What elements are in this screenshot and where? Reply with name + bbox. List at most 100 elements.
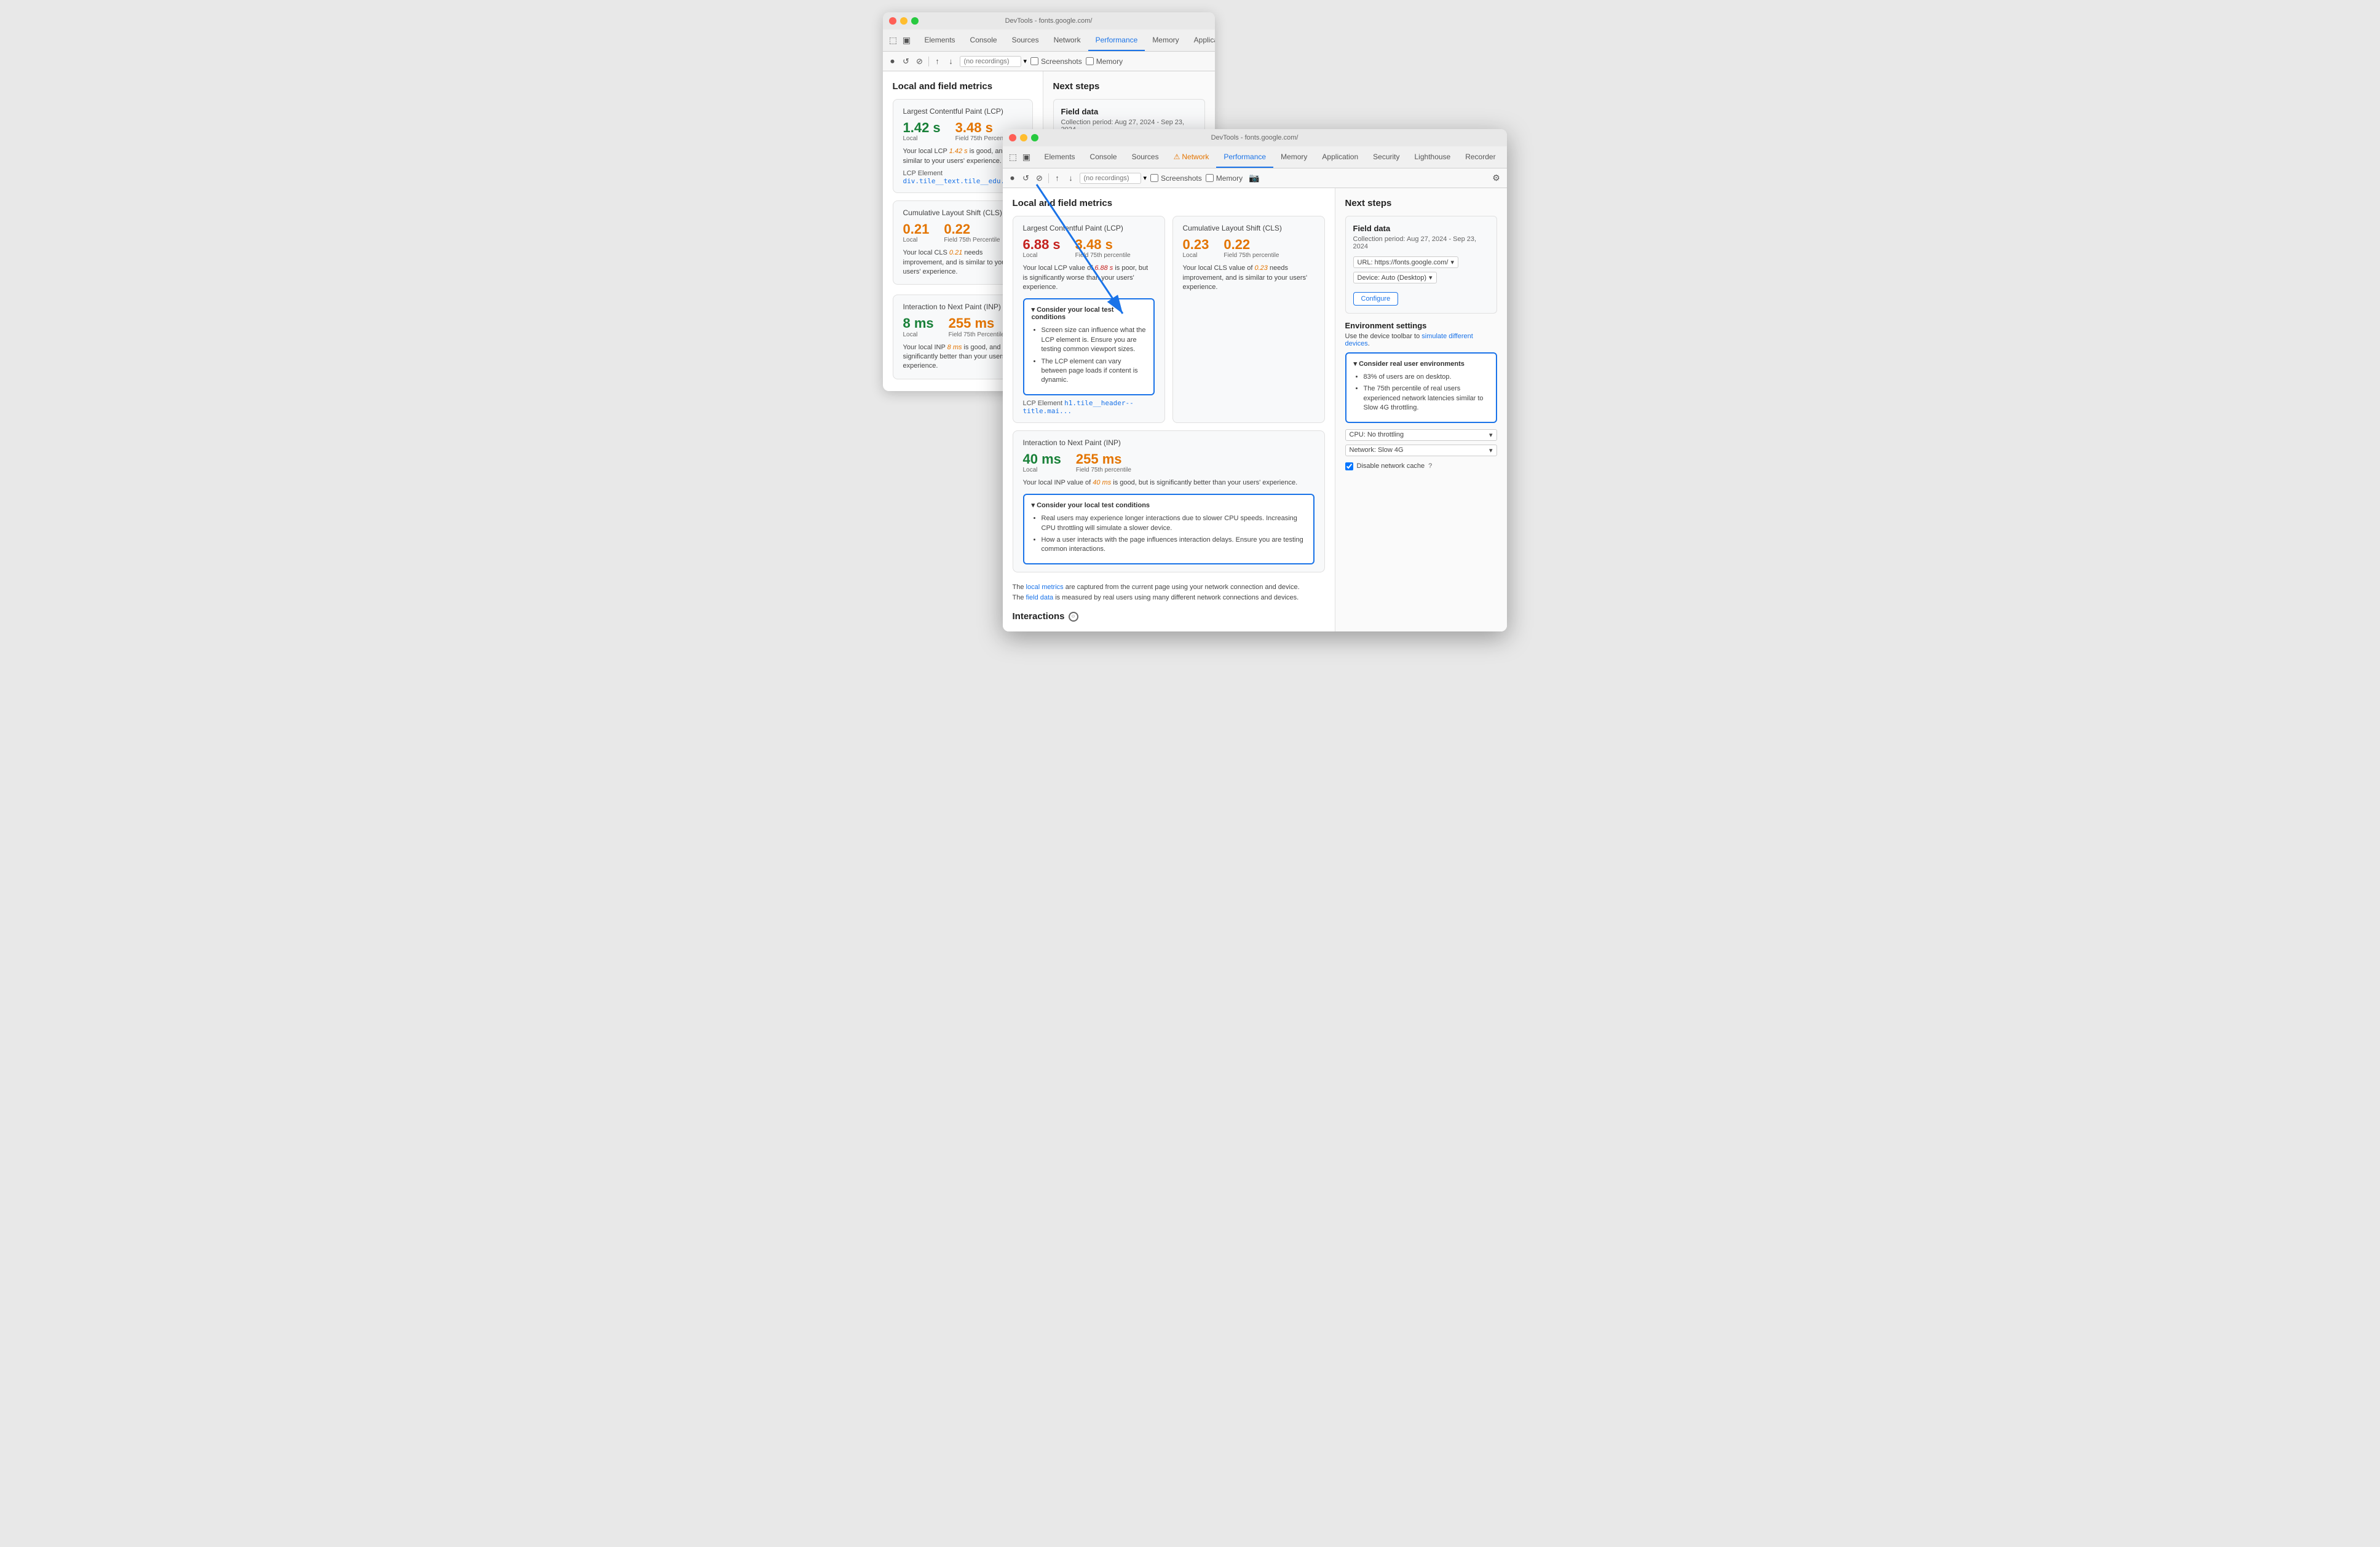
devtools-toolbar-front: ⬚ ▣ Elements Console Sources ⚠ Network P…	[1003, 146, 1507, 168]
lcp-local-group-back: 1.42 s Local	[903, 121, 941, 142]
url-select-box-front[interactable]: URL: https://fonts.google.com/ ▾	[1353, 256, 1459, 268]
tab-console-front[interactable]: Console	[1083, 146, 1125, 168]
cls-field-label-back: Field 75th Percentile	[944, 237, 1000, 243]
lcp-field-value-front: 3.48 s	[1075, 237, 1131, 252]
lcp-local-value-back: 1.42 s	[903, 121, 941, 135]
settings-icon-recording-front[interactable]: ⚙	[1491, 173, 1502, 184]
inp-field-value-front: 255 ms	[1076, 452, 1131, 467]
close-button[interactable]	[889, 17, 896, 25]
minimize-button[interactable]	[900, 17, 907, 25]
lcp-description-front: Your local LCP value of 6.88 s is poor, …	[1023, 264, 1155, 292]
interactions-section-front: Interactions ○	[1013, 611, 1325, 622]
cache-help-icon[interactable]: ?	[1428, 462, 1432, 470]
inspect-icon[interactable]: ⬚	[888, 35, 899, 46]
inspect-icon-front[interactable]: ⬚	[1008, 152, 1019, 163]
field-data-title-front: Field data	[1353, 224, 1489, 233]
inp-expand-title-front[interactable]: ▾ Consider your local test conditions	[1032, 501, 1306, 509]
network-select-box[interactable]: Network: Slow 4G ▾	[1345, 445, 1497, 456]
reload-icon-front[interactable]: ↺	[1021, 173, 1031, 183]
camera-icon-front[interactable]: 📷	[1249, 173, 1259, 183]
separator-front	[1048, 173, 1049, 183]
screenshots-checkbox-back[interactable]	[1030, 57, 1038, 65]
record-icon-front[interactable]: ⏺	[1008, 173, 1018, 183]
url-select-front: URL: https://fonts.google.com/ ▾	[1353, 256, 1489, 268]
lcp-local-value-front: 6.88 s	[1023, 237, 1061, 252]
consider-real-users-list: 83% of users are on desktop. The 75th pe…	[1354, 373, 1488, 413]
lcp-local-label-back: Local	[903, 135, 941, 142]
inp-card-front: Interaction to Next Paint (INP) 40 ms Lo…	[1013, 430, 1325, 572]
tab-elements-back[interactable]: Elements	[917, 30, 963, 51]
device-icon[interactable]: ▣	[901, 35, 912, 46]
cls-card-front: Cumulative Layout Shift (CLS) 0.23 Local…	[1172, 216, 1325, 423]
tab-network-front[interactable]: ⚠ Network	[1166, 146, 1217, 168]
upload-icon-back[interactable]: ↑	[933, 57, 943, 66]
tab-lighthouse-front[interactable]: Lighthouse	[1407, 146, 1458, 168]
cls-description-front: Your local CLS value of 0.23 needs impro…	[1183, 264, 1315, 292]
clear-icon-front[interactable]: ⊘	[1035, 173, 1045, 183]
inp-description-front: Your local INP value of 40 ms is good, b…	[1023, 478, 1315, 488]
env-settings-desc: Use the device toolbar to simulate diffe…	[1345, 333, 1497, 347]
tab-console-back[interactable]: Console	[963, 30, 1005, 51]
cpu-select-box[interactable]: CPU: No throttling ▾	[1345, 429, 1497, 441]
screenshots-checkbox-front[interactable]	[1150, 174, 1158, 182]
lcp-local-group-front: 6.88 s Local	[1023, 237, 1061, 259]
interactions-info-icon[interactable]: ○	[1069, 612, 1078, 622]
recording-toolbar-back: ⏺ ↺ ⊘ ↑ ↓ ▾ Screenshots Memory	[883, 52, 1215, 71]
tab-sources-back[interactable]: Sources	[1005, 30, 1046, 51]
download-icon-back[interactable]: ↓	[946, 57, 956, 66]
tab-performance-back[interactable]: Performance	[1088, 30, 1145, 51]
tab-security-front[interactable]: Security	[1366, 146, 1407, 168]
tab-sources-front[interactable]: Sources	[1125, 146, 1166, 168]
section-title-back: Local and field metrics	[893, 81, 1033, 92]
inp-local-label-front: Local	[1023, 467, 1061, 473]
minimize-button-front[interactable]	[1020, 134, 1027, 141]
inp-field-label-front: Field 75th percentile	[1076, 467, 1131, 473]
tab-application-front[interactable]: Application	[1315, 146, 1366, 168]
recordings-dropdown-front[interactable]: ▾	[1144, 174, 1147, 182]
lcp-field-group-front: 3.48 s Field 75th percentile	[1075, 237, 1131, 259]
record-icon-back[interactable]: ⏺	[888, 57, 898, 66]
memory-checkbox-front[interactable]	[1206, 174, 1214, 182]
tab-more-front[interactable]: >>	[1503, 146, 1507, 168]
cls-field-value-front: 0.22	[1224, 237, 1279, 252]
simulate-link[interactable]: simulate different devices	[1345, 333, 1473, 347]
inp-expand-section-front: ▾ Consider your local test conditions Re…	[1023, 494, 1315, 564]
tab-recorder-front[interactable]: Recorder	[1458, 146, 1503, 168]
configure-button-front[interactable]: Configure	[1353, 292, 1399, 306]
inp-expand-item-2: How a user interacts with the page influ…	[1042, 536, 1306, 555]
clear-icon-back[interactable]: ⊘	[915, 57, 925, 66]
close-button-front[interactable]	[1009, 134, 1016, 141]
field-data-title-back: Field data	[1061, 107, 1197, 116]
tab-performance-front[interactable]: Performance	[1216, 146, 1273, 168]
front-window-titlebar: DevTools - fonts.google.com/	[1003, 129, 1507, 146]
tab-application-back[interactable]: Application	[1187, 30, 1215, 51]
device-select-box-front[interactable]: Device: Auto (Desktop) ▾	[1353, 272, 1437, 283]
maximize-button[interactable]	[911, 17, 919, 25]
cls-field-group-back: 0.22 Field 75th Percentile	[944, 222, 1000, 243]
memory-label-front: Memory	[1216, 174, 1243, 183]
recordings-input-front[interactable]	[1080, 173, 1141, 184]
maximize-button-front[interactable]	[1031, 134, 1038, 141]
reload-icon-back[interactable]: ↺	[901, 57, 911, 66]
tab-memory-front[interactable]: Memory	[1273, 146, 1315, 168]
cache-checkbox[interactable]	[1345, 462, 1353, 470]
consider-real-users-title[interactable]: ▾ Consider real user environments	[1354, 360, 1488, 368]
local-metrics-link[interactable]: local metrics	[1026, 584, 1064, 591]
recordings-dropdown-back[interactable]: ▾	[1024, 57, 1027, 65]
inp-expand-list-front: Real users may experience longer interac…	[1032, 514, 1306, 555]
field-data-link[interactable]: field data	[1026, 594, 1054, 601]
tab-elements-front[interactable]: Elements	[1037, 146, 1083, 168]
memory-checkbox-back[interactable]	[1086, 57, 1094, 65]
lcp-element-front: LCP Element h1.tile__header--title.mai..…	[1023, 399, 1155, 415]
tab-memory-back[interactable]: Memory	[1145, 30, 1186, 51]
network-warning-icon: ⚠	[1174, 152, 1180, 161]
device-icon-front[interactable]: ▣	[1021, 152, 1032, 163]
lcp-expand-title-front[interactable]: ▾ Consider your local test conditions	[1032, 306, 1146, 321]
download-icon-front[interactable]: ↓	[1066, 173, 1076, 183]
upload-icon-front[interactable]: ↑	[1053, 173, 1062, 183]
recordings-input-back[interactable]	[960, 56, 1021, 67]
tab-network-back[interactable]: Network	[1046, 30, 1088, 51]
lcp-element-link-back[interactable]: div.tile__text.tile__edu...	[903, 177, 1013, 185]
traffic-lights-front	[1009, 134, 1038, 141]
window-title-front: DevTools - fonts.google.com/	[1211, 134, 1299, 141]
